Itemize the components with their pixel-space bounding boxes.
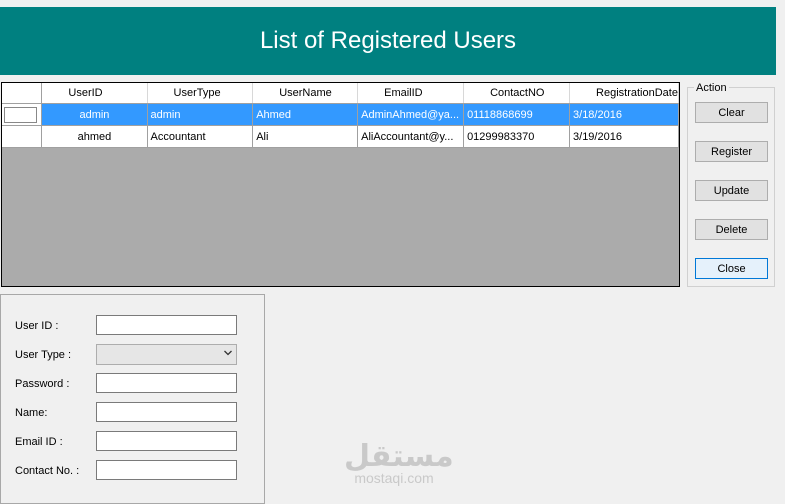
column-header-username[interactable]: UserName xyxy=(252,83,359,104)
contact-no-label: Contact No. : xyxy=(15,465,80,477)
column-header-usertype[interactable]: UserType xyxy=(147,83,254,104)
watermark-arabic: مستقل xyxy=(344,439,454,474)
delete-button[interactable]: Delete xyxy=(695,219,768,240)
clear-button[interactable]: Clear xyxy=(695,102,768,123)
table-row[interactable]: admin admin Ahmed AdminAhmed@ya... 01118… xyxy=(2,103,679,126)
table-row[interactable]: ahmed Accountant Ali AliAccountant@y... … xyxy=(2,125,679,148)
chevron-down-icon xyxy=(224,350,232,356)
cell-usertype[interactable]: Accountant xyxy=(147,125,254,148)
user-id-field[interactable] xyxy=(96,315,237,335)
close-button[interactable]: Close xyxy=(695,258,768,279)
column-header-emailid[interactable]: EmailID xyxy=(357,83,465,104)
column-header-userid[interactable]: UserID xyxy=(41,83,148,104)
email-id-field[interactable] xyxy=(96,431,237,451)
users-grid[interactable]: UserID UserType UserName EmailID Contact… xyxy=(1,82,680,287)
update-button[interactable]: Update xyxy=(695,180,768,201)
cell-contactno[interactable]: 01118868699 xyxy=(463,103,571,126)
watermark-latin: mostaqi.com xyxy=(354,470,434,486)
page-title: List of Registered Users xyxy=(259,27,517,54)
column-header-registrationdate[interactable]: RegistrationDate xyxy=(569,83,679,104)
cell-registrationdate[interactable]: 3/18/2016 xyxy=(569,103,679,126)
contact-no-field[interactable] xyxy=(96,460,237,480)
cell-usertype[interactable]: admin xyxy=(147,103,254,126)
cell-userid[interactable]: ahmed xyxy=(41,125,148,148)
header-row: UserID UserType UserName EmailID Contact… xyxy=(2,83,679,104)
column-header-contactno[interactable]: ContactNO xyxy=(463,83,571,104)
cell-userid[interactable]: admin xyxy=(41,103,148,126)
user-type-select[interactable] xyxy=(96,344,237,365)
title-banner: List of Registered Users xyxy=(0,7,776,75)
register-button[interactable]: Register xyxy=(695,141,768,162)
user-type-label: User Type : xyxy=(15,349,72,361)
cell-contactno[interactable]: 01299983370 xyxy=(463,125,571,148)
row-header[interactable] xyxy=(2,103,43,126)
cell-username[interactable]: Ahmed xyxy=(252,103,359,126)
watermark: مستقل mostaqi.com xyxy=(344,439,454,486)
users-table: UserID UserType UserName EmailID Contact… xyxy=(2,83,679,148)
cell-emailid[interactable]: AdminAhmed@ya... xyxy=(357,103,465,126)
cell-registrationdate[interactable]: 3/19/2016 xyxy=(569,125,679,148)
action-groupbox: Action Clear Register Update Delete Clos… xyxy=(687,82,775,287)
cell-username[interactable]: Ali xyxy=(252,125,359,148)
user-id-label: User ID : xyxy=(15,320,59,332)
row-header-corner xyxy=(2,83,43,104)
row-selector[interactable] xyxy=(4,106,37,123)
cell-emailid[interactable]: AliAccountant@y... xyxy=(357,125,465,148)
password-label: Password : xyxy=(15,378,70,390)
name-field[interactable] xyxy=(96,402,237,422)
name-label: Name: xyxy=(15,407,48,419)
user-details-panel: User ID : User Type : Password : Name: E… xyxy=(0,294,265,504)
row-header[interactable] xyxy=(2,125,43,148)
password-field[interactable] xyxy=(96,373,237,393)
action-legend: Action xyxy=(694,82,729,94)
email-id-label: Email ID : xyxy=(15,436,63,448)
